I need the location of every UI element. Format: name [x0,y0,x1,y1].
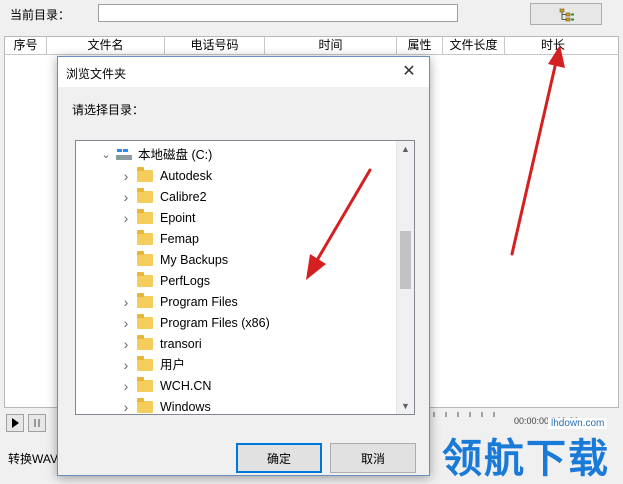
tree-item-folder[interactable]: › Calibre2 [120,187,390,208]
tree-item-folder[interactable]: PerfLogs [120,271,390,292]
column-header-time[interactable]: 时间 [265,37,397,54]
tree-item-folder[interactable]: › Program Files (x86) [120,313,390,334]
folder-icon [137,398,153,413]
tree-vertical-scrollbar[interactable]: ▲ ▼ [396,141,414,414]
tree-item-label: 用户 [160,358,186,372]
column-header-file-length[interactable]: 文件长度 [443,37,505,54]
drive-icon [116,149,132,160]
close-icon[interactable]: ✕ [389,57,429,87]
folder-icon [137,356,153,371]
folder-icon [137,377,153,392]
tree-item-folder[interactable]: › transori [120,334,390,355]
tree-item-folder[interactable]: › Epoint [120,208,390,229]
tree-item-label: Windows [160,400,211,414]
tree-item-label: My Backups [160,253,229,267]
folder-icon [137,293,153,308]
tree-item-folder[interactable]: › 用户 [120,355,390,376]
chevron-right-icon[interactable]: › [120,166,132,187]
chevron-right-icon[interactable]: › [120,313,132,334]
folder-icon [137,230,153,245]
scrollbar-thumb[interactable] [400,231,411,289]
dialog-title: 浏览文件夹 [66,67,127,81]
tree-item-label: Program Files (x86) [160,316,270,330]
pause-icon [34,419,40,427]
column-header-duration[interactable]: 时长 [505,37,601,54]
chevron-right-icon[interactable]: › [120,187,132,208]
folder-tree-icon [559,8,574,22]
browse-folder-dialog: 浏览文件夹 ✕ 请选择目录： ⌄ 本地磁盘 (C:) › Autodesk › Cal… [57,56,430,476]
tree-item-folder[interactable]: › Autodesk [120,166,390,187]
column-header-index[interactable]: 序号 [5,37,47,54]
tree-item-label: WCH.CN [160,379,212,393]
scroll-up-icon[interactable]: ▲ [397,144,414,154]
pause-button[interactable] [28,414,46,432]
tree-item-folder[interactable]: › WCH.CN [120,376,390,397]
current-directory-field[interactable] [98,4,458,22]
tree-item-folder[interactable]: My Backups [120,250,390,271]
scroll-down-icon[interactable]: ▼ [397,401,414,411]
play-button[interactable] [6,414,24,432]
column-header-filename[interactable]: 文件名 [47,37,165,54]
play-icon [12,418,19,428]
tree-item-folder[interactable]: › Program Files [120,292,390,313]
chevron-right-icon[interactable]: › [120,334,132,355]
watermark-text: 领航下载 [442,437,610,481]
tree-item-folder[interactable]: Femap [120,229,390,250]
dialog-titlebar[interactable]: 浏览文件夹 ✕ [58,57,429,87]
tree-item-label: transori [160,337,202,351]
folder-icon [137,272,153,287]
tree-item-label: Epoint [160,211,196,225]
chevron-right-icon[interactable]: › [120,292,132,313]
chevron-right-icon[interactable]: › [120,208,132,229]
chevron-right-icon[interactable]: › [120,355,132,376]
cancel-button[interactable]: 取消 [330,443,416,473]
current-directory-label: 当前目录： [10,8,71,22]
folder-icon [137,209,153,224]
browse-folder-button[interactable] [530,3,602,25]
tree-item-label: Femap [160,232,199,246]
chevron-right-icon[interactable]: › [120,376,132,397]
folder-icon [137,335,153,350]
tree-item-label: PerfLogs [160,274,211,288]
table-header: 序号 文件名 电话号码 时间 属性 文件长度 时长 [5,37,618,55]
folder-icon [137,314,153,329]
tree-item-label: 本地磁盘 (C:) [138,148,213,162]
ok-button[interactable]: 确定 [236,443,322,473]
convert-wav-label: 转换WAV [8,452,58,466]
watermark: lhdown.com 领航下载 [432,418,623,481]
tree-item-local-disk[interactable]: ⌄ 本地磁盘 (C:) [100,145,390,166]
chevron-right-icon[interactable]: › [120,397,132,414]
tree-item-folder[interactable]: › Windows [120,397,390,414]
chevron-down-icon[interactable]: ⌄ [100,145,112,166]
folder-icon [137,167,153,182]
tree-item-label: Program Files [160,295,238,309]
column-header-attribute[interactable]: 属性 [397,37,443,54]
tree-item-label: Calibre2 [160,190,207,204]
tree-item-label: Autodesk [160,169,213,183]
folder-icon [137,188,153,203]
folder-tree[interactable]: ⌄ 本地磁盘 (C:) › Autodesk › Calibre2 › Epoint Fem… [75,140,415,415]
dialog-prompt: 请选择目录： [72,103,145,117]
column-header-phone[interactable]: 电话号码 [165,37,265,54]
folder-icon [137,251,153,266]
